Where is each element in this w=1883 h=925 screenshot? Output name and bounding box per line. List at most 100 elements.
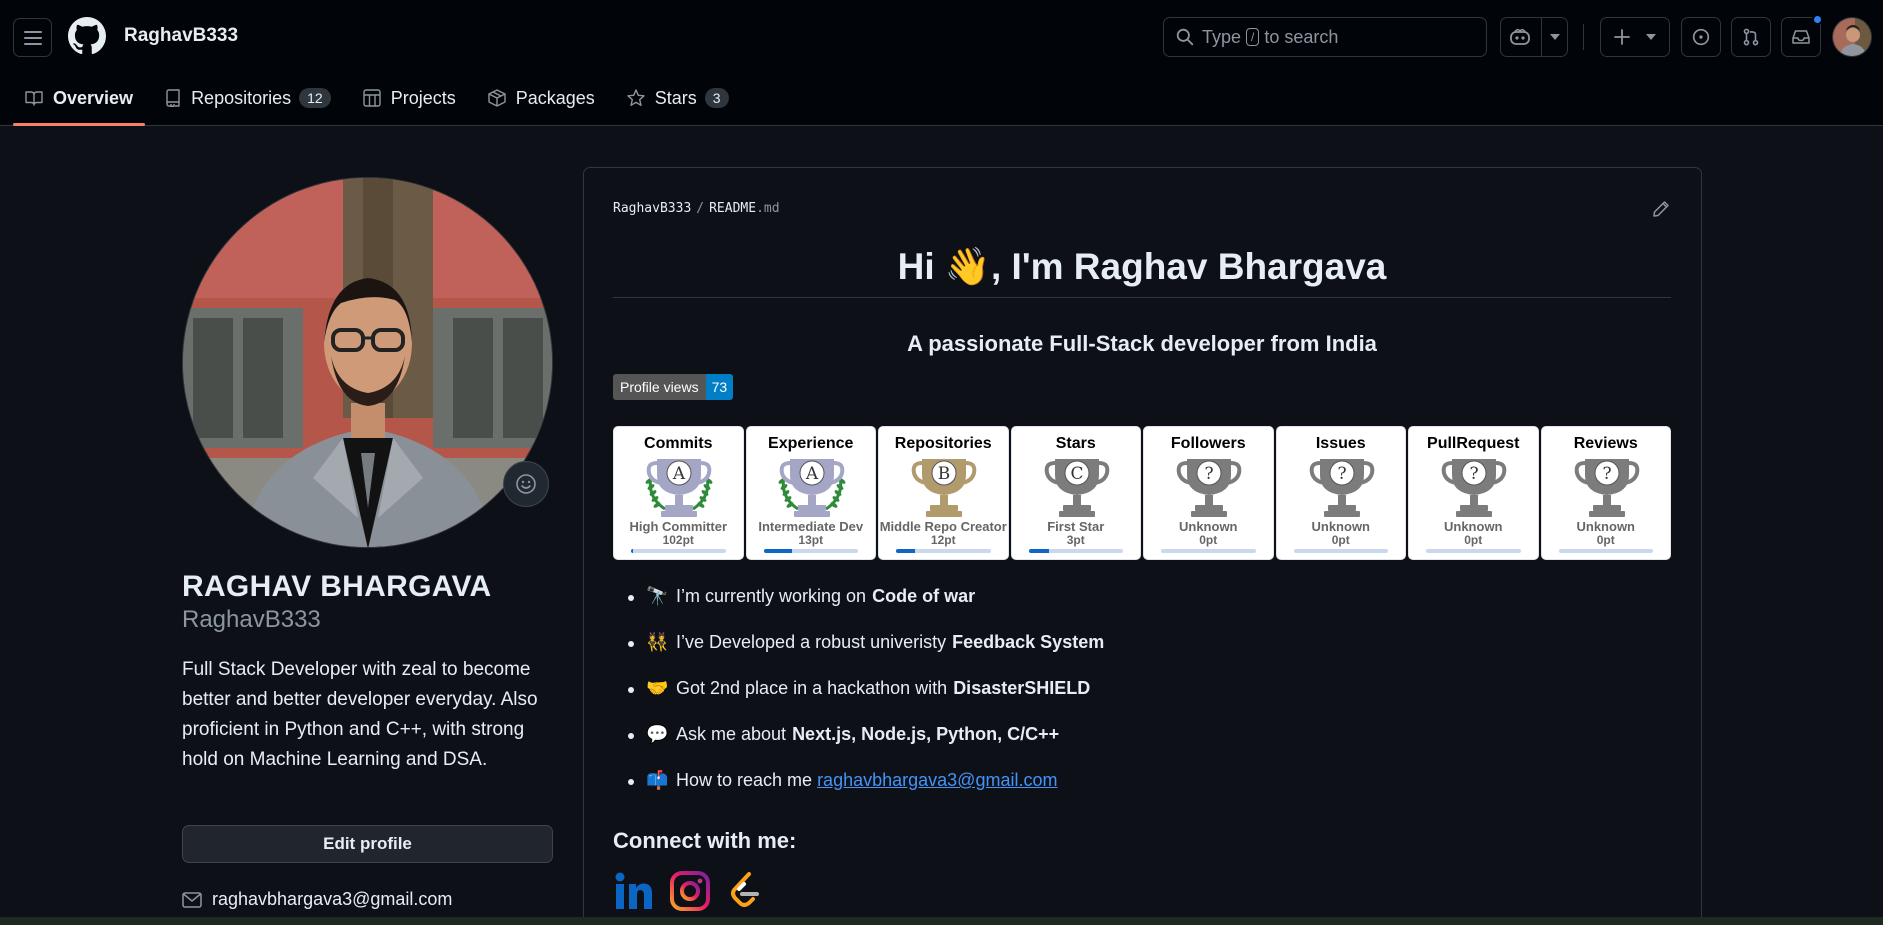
trophy-progress-fill xyxy=(1028,549,1050,553)
readme-path-ext: .md xyxy=(756,201,780,216)
list-item-bold: Code of war xyxy=(872,586,976,606)
list-item-text: Ask me about xyxy=(676,724,787,744)
list-item-bold: Next.js, Node.js, Python, C/C++ xyxy=(792,724,1060,744)
menu-button[interactable] xyxy=(13,18,52,57)
linkedin-icon[interactable] xyxy=(613,870,655,912)
dancers-emoji: 👯 xyxy=(646,632,669,652)
profile-avatar[interactable] xyxy=(182,177,553,548)
trophy-cup-icon: ? xyxy=(1574,459,1639,517)
trophy-title: Followers xyxy=(1170,435,1246,452)
trophy-card-stars: Stars C First Star 3pt xyxy=(1010,426,1141,560)
trophy-progress-fill xyxy=(631,549,633,553)
trophy-name: Unknown xyxy=(1311,519,1371,534)
chevron-down-icon xyxy=(1549,34,1560,40)
trophy-rank: A xyxy=(804,464,818,484)
trophy-progress-fill xyxy=(896,549,915,553)
profile-tabs: Overview Repositories 12 Projects Packag… xyxy=(13,78,749,126)
edit-readme-pencil-icon[interactable] xyxy=(1652,200,1670,218)
trophy-progress-bar xyxy=(763,549,858,553)
trophy-points: 0pt xyxy=(1596,533,1615,547)
issues-button[interactable] xyxy=(1681,17,1721,57)
issue-icon xyxy=(1692,28,1710,46)
list-item-bold: Feedback System xyxy=(952,632,1105,652)
tab-projects[interactable]: Projects xyxy=(351,78,468,118)
readme-path-separator: / xyxy=(696,201,705,216)
trophy-progress-bar xyxy=(1558,549,1653,553)
tab-repositories-label: Repositories xyxy=(191,87,292,108)
social-links xyxy=(613,870,767,912)
leetcode-icon[interactable] xyxy=(725,870,767,912)
list-item: 👯 I’ve Developed a robust univeristy Fee… xyxy=(628,632,1104,678)
trophy-rank: ? xyxy=(1204,464,1213,484)
create-new-button[interactable] xyxy=(1600,17,1670,57)
tab-packages[interactable]: Packages xyxy=(476,78,607,118)
trophy-title: Issues xyxy=(1315,435,1366,452)
smiley-icon xyxy=(516,474,536,494)
instagram-icon[interactable] xyxy=(669,870,711,912)
search-input[interactable]: Type / to search xyxy=(1163,17,1487,57)
tab-overview-label: Overview xyxy=(53,87,134,108)
connect-heading: Connect with me: xyxy=(613,828,797,853)
trophy-progress-bar xyxy=(1028,549,1123,553)
profile-photo xyxy=(183,178,552,547)
list-item-text: I’m currently working on xyxy=(676,586,867,606)
speech-bubble-emoji: 💬 xyxy=(646,724,669,744)
telescope-emoji: 🔭 xyxy=(646,586,669,606)
email-link[interactable]: raghavbhargava3@gmail.com xyxy=(817,770,1057,791)
pull-requests-button[interactable] xyxy=(1731,17,1771,57)
tab-repositories[interactable]: Repositories 12 xyxy=(153,78,343,118)
trophy-card-experience: Experience A Intermediate Dev 13pt xyxy=(745,426,876,560)
profile-views-badge: Profile views 73 xyxy=(613,374,734,400)
readme-title: Hi 👋, I'm Raghav Bhargava xyxy=(897,246,1387,287)
trophy-name: Unknown xyxy=(1576,519,1636,534)
profile-login: RaghavB333 xyxy=(182,606,321,633)
trophy-title: Experience xyxy=(768,435,854,452)
tab-stars[interactable]: Stars 3 xyxy=(615,78,741,118)
stars-count-badge: 3 xyxy=(704,88,729,108)
header-divider xyxy=(1583,24,1584,50)
copilot-button[interactable] xyxy=(1500,17,1568,57)
handshake-emoji: 🤝 xyxy=(646,678,669,698)
repo-icon xyxy=(166,89,180,107)
trophy-card-followers: Followers? Unknown 0pt xyxy=(1143,426,1274,560)
list-item-text: How to reach me xyxy=(676,770,813,790)
trophy-points: 0pt xyxy=(1199,533,1218,547)
project-table-icon xyxy=(362,89,381,107)
profile-bio: Full Stack Developer with zeal to become… xyxy=(182,659,538,770)
notification-dot xyxy=(1812,14,1823,25)
profile-fullname: RAGHAV BHARGAVA xyxy=(182,570,492,603)
github-logo-icon[interactable] xyxy=(68,17,106,55)
repositories-count-badge: 12 xyxy=(299,88,331,108)
mailbox-emoji: 📫 xyxy=(646,770,669,790)
readme-path-owner[interactable]: RaghavB333 xyxy=(613,201,691,216)
book-icon xyxy=(25,91,43,106)
list-item: 🔭 I’m currently working on Code of war xyxy=(628,586,1104,632)
set-status-button[interactable] xyxy=(503,461,549,507)
trophy-rank: ? xyxy=(1337,464,1346,484)
trophy-name: First Star xyxy=(1047,519,1105,534)
search-placeholder-pre: Type xyxy=(1202,26,1242,47)
copilot-icon xyxy=(1509,28,1530,45)
readme-path-file: README xyxy=(709,201,757,216)
list-item: 🤝 Got 2nd place in a hackathon with Disa… xyxy=(628,678,1104,724)
package-icon xyxy=(488,89,506,107)
edit-profile-button[interactable]: Edit profile xyxy=(182,825,553,863)
trophy-cup-icon: ? xyxy=(1176,459,1242,517)
profile-email-text: raghavbhargava3@gmail.com xyxy=(212,889,453,909)
trophy-progress-bar xyxy=(896,549,991,553)
header-username[interactable]: RaghavB333 xyxy=(124,25,238,47)
trophy-progress-bar xyxy=(1161,549,1256,553)
readme-card: RaghavB333 / README.md Hi 👋, I'm Raghav Bh… xyxy=(583,167,1702,925)
profile-email[interactable]: raghavbhargava3@gmail.com xyxy=(182,889,452,910)
trophy-rank: B xyxy=(938,464,951,484)
about-list: 🔭 I’m currently working on Code of war 👯… xyxy=(628,586,1104,816)
tab-overview[interactable]: Overview xyxy=(13,78,146,126)
trophy-title: Commits xyxy=(644,435,713,452)
inbox-icon xyxy=(1792,30,1810,44)
trophy-name: High Committer xyxy=(629,519,728,534)
trophy-title: Reviews xyxy=(1573,435,1638,452)
user-avatar-menu[interactable] xyxy=(1832,17,1872,57)
trophy-card-issues: Issues? Unknown 0pt xyxy=(1275,426,1406,560)
tab-stars-label: Stars xyxy=(654,87,697,108)
title-divider xyxy=(613,297,1671,298)
